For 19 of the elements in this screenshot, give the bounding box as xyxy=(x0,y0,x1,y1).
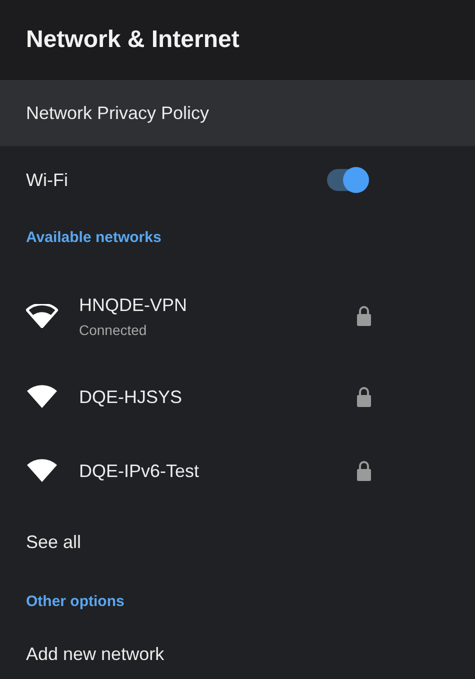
menu-item[interactable]: Add new network xyxy=(0,626,475,679)
page-title: Network & Internet xyxy=(26,26,240,54)
wifi-row[interactable]: Wi-Fi xyxy=(0,146,475,214)
section-heading: Available networks xyxy=(26,228,162,246)
toggle-switch[interactable] xyxy=(327,169,369,191)
network-name: DQE-HJSYS xyxy=(79,386,184,408)
network-name: DQE-IPv6-Test xyxy=(79,460,200,482)
menu-item[interactable]: Network Privacy Policy xyxy=(0,80,475,146)
network-item[interactable]: DQE-IPv6-Test xyxy=(0,434,475,508)
network-item[interactable]: DQE-HJSYS xyxy=(0,360,475,434)
section-heading: Other options xyxy=(26,592,124,610)
network-status: Connected xyxy=(79,322,148,338)
network-name: HNQDE-VPN xyxy=(79,294,188,316)
lock-icon xyxy=(356,461,372,481)
network-item[interactable]: HNQDE-VPN Connected xyxy=(0,260,475,360)
menu-item[interactable]: See all xyxy=(0,508,475,576)
wifi-label: Wi-Fi xyxy=(26,170,68,190)
lock-icon xyxy=(356,306,372,326)
lock-icon xyxy=(356,387,372,407)
